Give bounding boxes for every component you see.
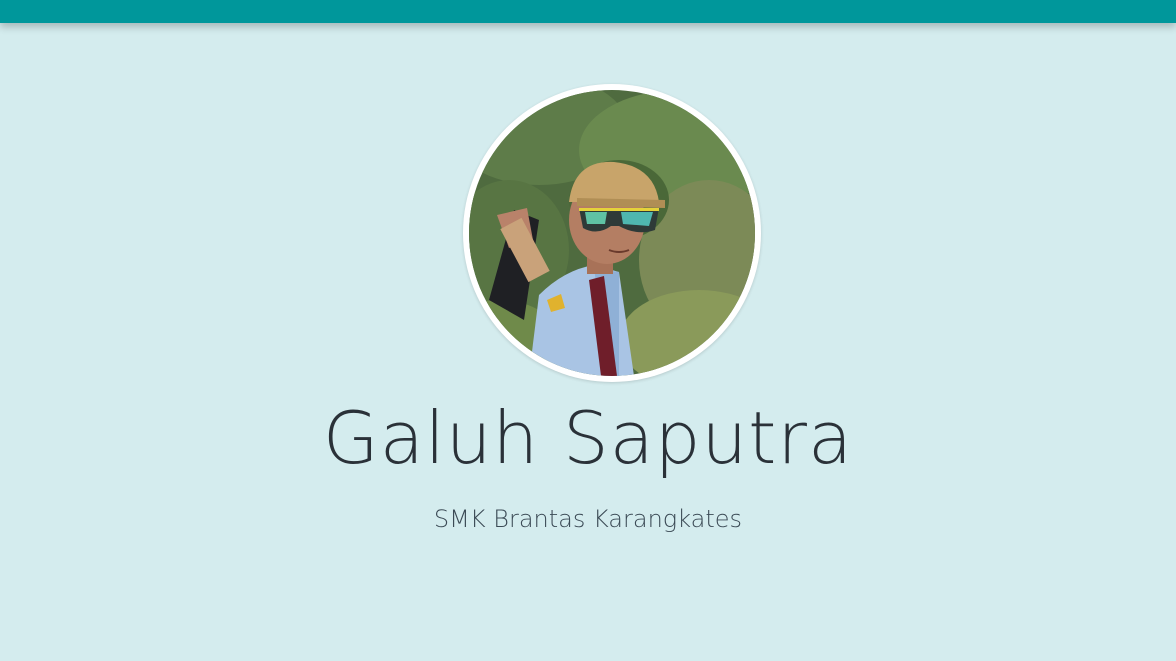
profile-photo-icon <box>469 90 755 376</box>
avatar <box>463 84 761 382</box>
profile-name: Galuh Saputra <box>322 396 854 480</box>
profile-section: Galuh Saputra SMK Brantas Karangkates <box>0 0 1176 661</box>
profile-school: SMK Brantas Karangkates <box>433 505 743 533</box>
